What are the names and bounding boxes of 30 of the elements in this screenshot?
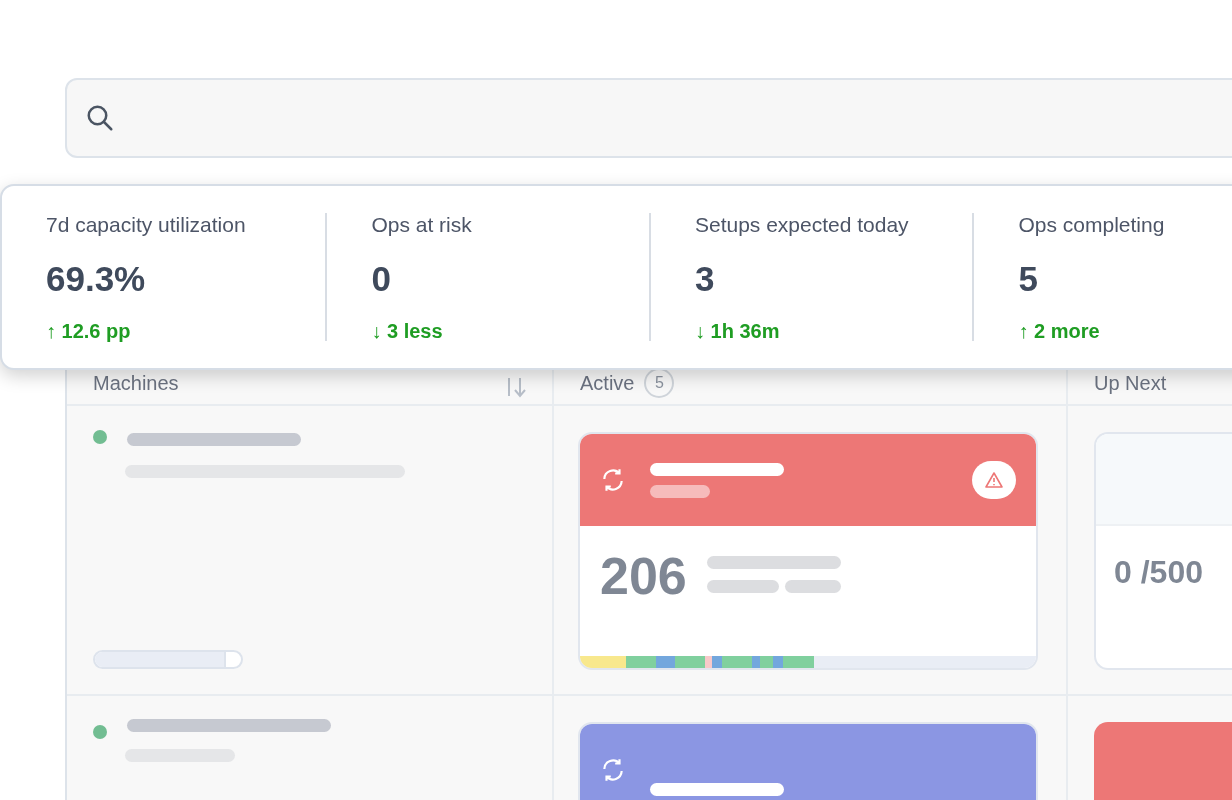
kpi-value: 69.3% <box>46 261 147 297</box>
job-card[interactable]: 206 <box>578 432 1038 670</box>
column-header: Up Next <box>1094 371 1167 396</box>
kpi-delta: ↓ 1h 36m <box>694 321 781 341</box>
quantity-value: 206 <box>600 550 687 602</box>
kpi-delta: ↓ 3 less <box>371 321 444 341</box>
refresh-icon <box>600 757 626 783</box>
refresh-icon <box>600 467 626 493</box>
warning-button[interactable] <box>972 461 1016 499</box>
quantity-value: 0 /500 <box>1113 553 1204 592</box>
kpi-value: 5 <box>1018 261 1039 297</box>
search-icon <box>85 103 115 133</box>
kpi-value: 0 <box>371 261 392 297</box>
job-card[interactable]: 0 /500 <box>1094 432 1232 670</box>
column-header: Active <box>580 371 635 396</box>
status-dot <box>93 430 107 444</box>
kpi-label: 7d capacity utilization <box>46 213 247 237</box>
kpi-label: Ops at risk <box>371 213 473 237</box>
kpi-value: 3 <box>694 261 716 297</box>
search-field[interactable] <box>65 78 1232 158</box>
column-header: Machines <box>93 371 179 396</box>
kpi-label: Setups expected today <box>694 213 910 237</box>
kpi-delta: ↑ 2 more <box>1018 321 1101 341</box>
placeholder-bar <box>650 484 710 498</box>
warning-icon <box>985 472 1003 488</box>
status-dot <box>93 725 107 739</box>
count-badge: 5 <box>644 368 675 398</box>
placeholder-bar <box>784 580 841 593</box>
kpi-delta: ↑ 12.6 pp <box>46 321 132 341</box>
kpi-label: Ops completing <box>1018 213 1166 237</box>
